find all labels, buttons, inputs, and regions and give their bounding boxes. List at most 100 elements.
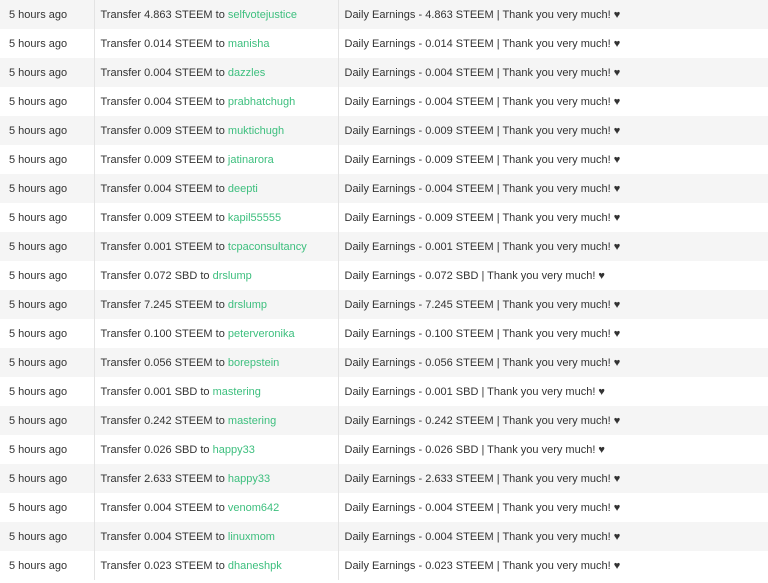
to-word: to [215,472,225,485]
timestamp-cell: 5 hours ago [0,87,95,116]
timestamp-cell: 5 hours ago [0,377,95,406]
timestamp-cell: 5 hours ago [0,58,95,87]
memo-cell: Daily Earnings - 0.009 STEEM | Thank you… [338,145,768,174]
transfer-word: Transfer [100,356,142,369]
timestamp-cell: 5 hours ago [0,435,95,464]
recipient-account-link[interactable]: dazzles [228,67,265,79]
recipient-account-link[interactable]: happy33 [213,444,255,456]
timestamp-cell: 5 hours ago [0,522,95,551]
memo-cell: Daily Earnings - 0.004 STEEM | Thank you… [338,493,768,522]
timestamp-cell: 5 hours ago [0,261,95,290]
table-row: 5 hours ago Transfer 0.004 STEEM to deept… [0,174,768,203]
table-row: 5 hours ago Transfer 0.004 STEEM to venom… [0,493,768,522]
transfer-cell: Transfer 4.863 STEEM to selfvotejustice [94,0,339,29]
recipient-account-link[interactable]: muktichugh [228,125,284,137]
table-row: 5 hours ago Transfer 0.009 STEEM to mukti… [0,116,768,145]
recipient-account-link[interactable]: manisha [228,38,270,50]
table-row: 5 hours ago Transfer 0.004 STEEM to linux… [0,522,768,551]
transfer-word: Transfer [100,95,142,108]
transfer-amount: 0.100 STEEM [144,327,213,340]
recipient-account-link[interactable]: peterveronika [228,328,295,340]
recipient-account-link[interactable]: selfvotejustice [228,9,297,21]
transfer-word: Transfer [100,501,142,514]
memo-cell: Daily Earnings - 4.863 STEEM | Thank you… [338,0,768,29]
transfer-amount: 0.242 STEEM [144,414,213,427]
transfer-word: Transfer [100,385,142,398]
table-row: 5 hours ago Transfer 0.001 STEEM to tcpac… [0,232,768,261]
timestamp-cell: 5 hours ago [0,203,95,232]
timestamp-cell: 5 hours ago [0,116,95,145]
table-row: 5 hours ago Transfer 0.100 STEEM to peter… [0,319,768,348]
transfer-amount: 0.023 STEEM [144,559,213,572]
timestamp-cell: 5 hours ago [0,464,95,493]
memo-cell: Daily Earnings - 0.056 STEEM | Thank you… [338,348,768,377]
to-word: to [215,298,225,311]
transfer-cell: Transfer 0.009 STEEM to jatinarora [94,145,339,174]
transfer-cell: Transfer 0.009 STEEM to muktichugh [94,116,339,145]
timestamp-cell: 5 hours ago [0,145,95,174]
transfer-cell: Transfer 0.009 STEEM to kapil55555 [94,203,339,232]
transfer-amount: 2.633 STEEM [144,472,213,485]
timestamp-cell: 5 hours ago [0,406,95,435]
to-word: to [215,211,225,224]
transfer-word: Transfer [100,66,142,79]
recipient-account-link[interactable]: linuxmom [228,531,275,543]
memo-cell: Daily Earnings - 0.004 STEEM | Thank you… [338,58,768,87]
to-word: to [215,66,225,79]
memo-cell: Daily Earnings - 0.026 SBD | Thank you v… [338,435,768,464]
transfer-word: Transfer [100,298,142,311]
timestamp-cell: 5 hours ago [0,232,95,261]
table-row: 5 hours ago Transfer 0.023 STEEM to dhane… [0,551,768,580]
transfer-amount: 4.863 STEEM [144,8,213,21]
to-word: to [215,327,225,340]
recipient-account-link[interactable]: venom642 [228,502,279,514]
memo-cell: Daily Earnings - 0.009 STEEM | Thank you… [338,203,768,232]
transfer-cell: Transfer 0.001 STEEM to tcpaconsultancy [94,232,339,261]
recipient-account-link[interactable]: drslump [228,299,267,311]
recipient-account-link[interactable]: mastering [228,415,276,427]
transfer-word: Transfer [100,240,142,253]
transfer-history-body: 5 hours ago Transfer 4.863 STEEM to selfv… [0,0,768,580]
transfer-cell: Transfer 0.014 STEEM to manisha [94,29,339,58]
memo-cell: Daily Earnings - 0.004 STEEM | Thank you… [338,174,768,203]
memo-cell: Daily Earnings - 0.100 STEEM | Thank you… [338,319,768,348]
recipient-account-link[interactable]: happy33 [228,473,270,485]
table-row: 5 hours ago Transfer 0.004 STEEM to dazzl… [0,58,768,87]
to-word: to [215,37,225,50]
memo-cell: Daily Earnings - 0.001 STEEM | Thank you… [338,232,768,261]
transfer-cell: Transfer 0.004 STEEM to prabhatchugh [94,87,339,116]
recipient-account-link[interactable]: deepti [228,183,258,195]
recipient-account-link[interactable]: prabhatchugh [228,96,295,108]
transfer-word: Transfer [100,182,142,195]
to-word: to [215,501,225,514]
recipient-account-link[interactable]: dhaneshpk [228,560,282,572]
to-word: to [215,414,225,427]
transfer-word: Transfer [100,530,142,543]
transfer-cell: Transfer 0.004 STEEM to dazzles [94,58,339,87]
table-row: 5 hours ago Transfer 0.009 STEEM to jatin… [0,145,768,174]
timestamp-cell: 5 hours ago [0,319,95,348]
transfer-amount: 0.001 SBD [144,385,198,398]
recipient-account-link[interactable]: drslump [213,270,252,282]
to-word: to [215,153,225,166]
to-word: to [215,240,225,253]
transfer-amount: 0.004 STEEM [144,182,213,195]
transfer-cell: Transfer 2.633 STEEM to happy33 [94,464,339,493]
table-row: 5 hours ago Transfer 0.004 STEEM to prabh… [0,87,768,116]
transfer-amount: 0.004 STEEM [144,66,213,79]
transfer-cell: Transfer 0.072 SBD to drslump [94,261,339,290]
timestamp-cell: 5 hours ago [0,0,95,29]
table-row: 5 hours ago Transfer 0.014 STEEM to manis… [0,29,768,58]
memo-cell: Daily Earnings - 0.242 STEEM | Thank you… [338,406,768,435]
to-word: to [215,124,225,137]
recipient-account-link[interactable]: tcpaconsultancy [228,241,307,253]
table-row: 5 hours ago Transfer 0.242 STEEM to maste… [0,406,768,435]
recipient-account-link[interactable]: borepstein [228,357,279,369]
memo-cell: Daily Earnings - 0.072 SBD | Thank you v… [338,261,768,290]
transfer-word: Transfer [100,472,142,485]
recipient-account-link[interactable]: mastering [213,386,261,398]
recipient-account-link[interactable]: kapil55555 [228,212,281,224]
transfer-word: Transfer [100,443,142,456]
recipient-account-link[interactable]: jatinarora [228,154,274,166]
timestamp-cell: 5 hours ago [0,174,95,203]
